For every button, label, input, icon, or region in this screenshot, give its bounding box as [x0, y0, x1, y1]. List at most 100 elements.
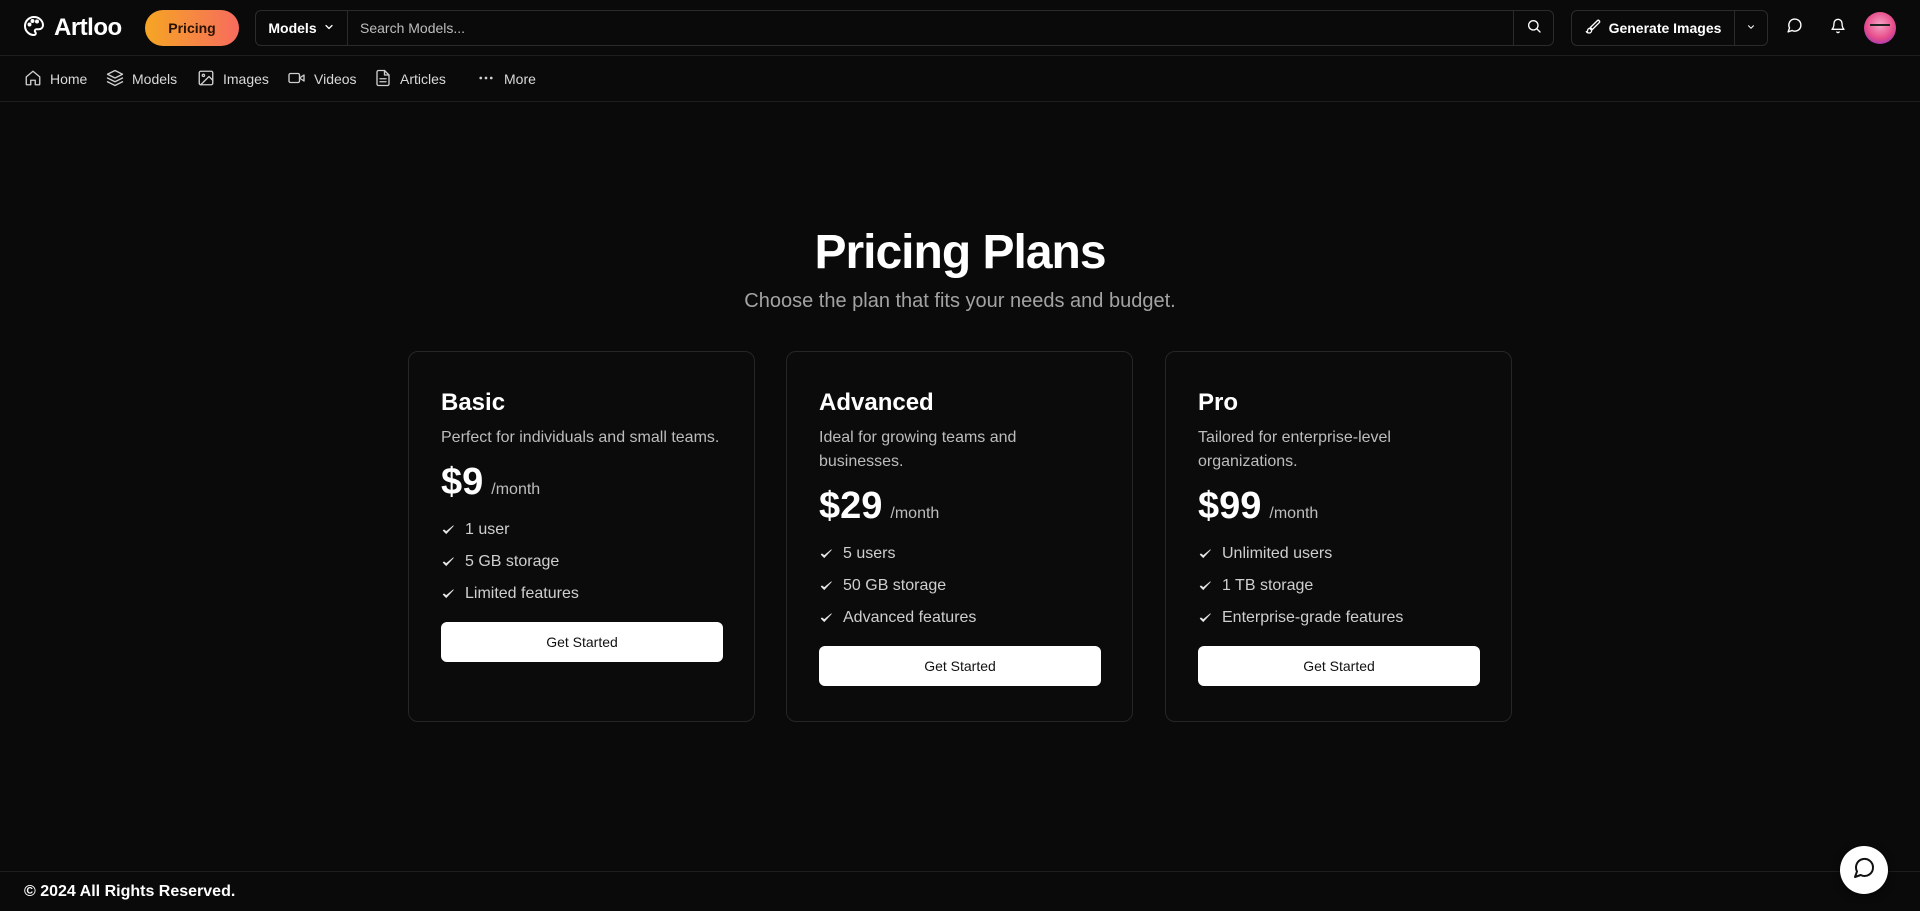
plan-description: Perfect for individuals and small teams.: [441, 429, 720, 446]
check-icon: [441, 587, 455, 601]
feature-label: 5 GB storage: [465, 553, 560, 570]
nav-item-home[interactable]: Home: [24, 68, 87, 90]
generate-images-label: Generate Images: [1608, 20, 1722, 36]
search-icon: [1526, 18, 1542, 39]
generate-options-dropdown[interactable]: [1735, 11, 1767, 45]
feature-label: 1 TB storage: [1222, 577, 1314, 594]
get-started-button[interactable]: Get Started: [819, 646, 1101, 686]
layers-icon: [106, 69, 124, 90]
price-amount: $9: [441, 461, 484, 503]
check-icon: [819, 547, 833, 561]
video-icon: [287, 69, 306, 90]
plan-price: $29 /month: [819, 482, 1101, 530]
pricing-button[interactable]: Pricing: [145, 10, 239, 46]
chat-icon: [1786, 17, 1803, 39]
more-dots-icon: [476, 69, 496, 90]
plan-description: Tailored for enterprise-level organizati…: [1198, 429, 1391, 470]
notifications-button[interactable]: [1826, 16, 1850, 40]
get-started-button[interactable]: Get Started: [1198, 646, 1480, 686]
home-icon: [24, 69, 42, 90]
feature-item: 5 users: [819, 538, 1101, 570]
nav-item-images[interactable]: Images: [197, 68, 269, 90]
brush-icon: [1585, 19, 1601, 38]
plan-description: Ideal for growing teams and businesses.: [819, 429, 1017, 470]
nav-item-label: Images: [223, 71, 269, 87]
price-amount: $99: [1198, 485, 1262, 527]
chat-button[interactable]: [1782, 16, 1806, 40]
price-period: /month: [890, 505, 940, 522]
plan-name: Advanced: [819, 389, 934, 416]
copyright-text: © 2024 All Rights Reserved.: [24, 883, 236, 900]
avatar[interactable]: [1864, 12, 1896, 44]
check-icon: [1198, 547, 1212, 561]
nav-item-more[interactable]: More: [476, 68, 536, 90]
footer: © 2024 All Rights Reserved.: [0, 871, 1920, 911]
generate-images-button[interactable]: Generate Images: [1572, 11, 1735, 45]
price-period: /month: [491, 481, 541, 498]
nav-item-models[interactable]: Models: [106, 68, 177, 90]
plan-name: Pro: [1198, 389, 1239, 416]
search-scope-dropdown[interactable]: Models: [256, 11, 348, 45]
check-icon: [819, 611, 833, 625]
nav-bar: Home Models Images Videos Articles More: [0, 56, 1920, 102]
plan-card-basic: Basic Perfect for individuals and small …: [408, 351, 755, 722]
feature-item: Limited features: [441, 578, 723, 610]
plan-card-pro: Pro Tailored for enterprise-level organi…: [1165, 351, 1512, 722]
chat-icon: [1852, 856, 1876, 885]
search-bar: Models: [255, 10, 1554, 46]
avatar-glasses: [1870, 24, 1890, 30]
feature-label: Unlimited users: [1222, 545, 1333, 562]
document-icon: [374, 69, 392, 90]
feature-item: Unlimited users: [1198, 538, 1480, 570]
nav-item-label: Home: [50, 71, 88, 87]
feature-item: 50 GB storage: [819, 570, 1101, 602]
plan-price: $9 /month: [441, 458, 723, 506]
feature-label: Enterprise-grade features: [1222, 609, 1404, 626]
chat-support-button[interactable]: [1840, 846, 1888, 894]
price-period: /month: [1269, 505, 1319, 522]
check-icon: [1198, 611, 1212, 625]
nav-item-label: Videos: [314, 71, 357, 87]
feature-label: Limited features: [465, 585, 579, 602]
page-subtitle: Choose the plan that fits your needs and…: [744, 290, 1176, 312]
plan-price: $99 /month: [1198, 482, 1480, 530]
pricing-label: Pricing: [168, 20, 216, 36]
feature-list: 5 users 50 GB storage Advanced features: [819, 538, 1101, 634]
get-started-button[interactable]: Get Started: [441, 622, 723, 662]
feature-item: 1 TB storage: [1198, 570, 1480, 602]
bell-icon: [1830, 18, 1846, 39]
feature-label: 50 GB storage: [843, 577, 947, 594]
nav-item-videos[interactable]: Videos: [287, 68, 357, 90]
nav-item-label: Articles: [400, 71, 446, 87]
nav-item-label: Models: [132, 71, 178, 87]
chevron-down-icon: [1746, 19, 1756, 37]
top-bar: Artloo Pricing Models Generate Images: [0, 0, 1920, 56]
check-icon: [441, 555, 455, 569]
nav-item-label: More: [504, 71, 536, 87]
brand-name: Artloo: [54, 14, 122, 41]
nav-item-articles[interactable]: Articles: [374, 68, 446, 90]
chevron-down-icon: [323, 20, 335, 36]
image-icon: [197, 69, 215, 90]
price-amount: $29: [819, 485, 883, 527]
check-icon: [819, 579, 833, 593]
feature-label: 5 users: [843, 545, 896, 562]
page-title: Pricing Plans: [814, 226, 1106, 279]
feature-item: Advanced features: [819, 602, 1101, 634]
search-input[interactable]: [348, 11, 1513, 45]
feature-item: Enterprise-grade features: [1198, 602, 1480, 634]
plan-card-advanced: Advanced Ideal for growing teams and bus…: [786, 351, 1133, 722]
feature-list: Unlimited users 1 TB storage Enterprise-…: [1198, 538, 1480, 634]
search-scope-label: Models: [268, 20, 317, 36]
search-button[interactable]: [1513, 11, 1553, 45]
feature-item: 5 GB storage: [441, 546, 723, 578]
feature-list: 1 user 5 GB storage Limited features: [441, 514, 723, 610]
check-icon: [1198, 579, 1212, 593]
generate-images-control: Generate Images: [1571, 10, 1768, 46]
feature-label: Advanced features: [843, 609, 977, 626]
feature-item: 1 user: [441, 514, 723, 546]
brand-logo[interactable]: Artloo: [22, 13, 122, 43]
check-icon: [441, 523, 455, 537]
plan-name: Basic: [441, 389, 506, 416]
feature-label: 1 user: [465, 521, 510, 538]
